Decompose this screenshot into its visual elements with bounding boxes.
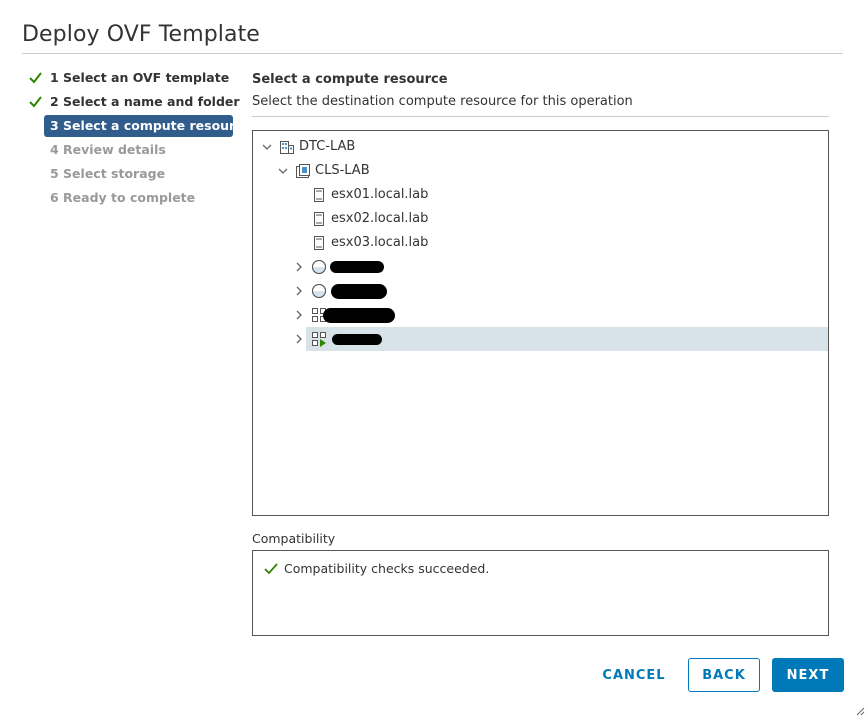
tree-node-label: esx02.local.lab: [331, 211, 429, 226]
tree-node-cluster[interactable]: CLS-LAB: [253, 159, 828, 183]
redacted-label: [323, 308, 395, 323]
tree-node-label: esx01.local.lab: [331, 187, 429, 202]
tree-node-redacted[interactable]: [253, 255, 828, 279]
resource-pool-icon: [312, 260, 326, 274]
redacted-label: [330, 261, 384, 273]
step-select-compute-resource[interactable]: 3 Select a compute resource: [22, 114, 251, 138]
tree-node-host[interactable]: esx02.local.lab: [253, 207, 828, 231]
resize-handle-icon[interactable]: [855, 706, 865, 716]
chevron-right-icon[interactable]: [293, 309, 305, 321]
step-select-ovf-template[interactable]: 1 Select an OVF template: [22, 66, 236, 90]
tree-node-host[interactable]: esx03.local.lab: [253, 231, 828, 255]
section-title: Select a compute resource: [252, 72, 448, 87]
datacenter-icon: [280, 141, 294, 154]
section-divider: [252, 116, 829, 117]
compute-resource-tree[interactable]: DTC-LAB CLS-LAB esx01.local.lab esx02.lo…: [252, 130, 829, 516]
host-icon: [314, 188, 324, 202]
tree-node-redacted[interactable]: [253, 279, 828, 303]
tree-node-redacted-selected[interactable]: [253, 327, 828, 351]
resource-pool-icon: [312, 284, 326, 298]
back-button[interactable]: BACK: [688, 658, 760, 692]
chevron-down-icon[interactable]: [277, 165, 289, 177]
vapp-running-icon: [312, 332, 326, 347]
checkmark-icon: [264, 563, 278, 575]
step-label: 6 Ready to complete: [50, 190, 196, 205]
tree-node-label: esx03.local.lab: [331, 235, 429, 250]
chevron-right-icon[interactable]: [293, 261, 305, 273]
step-label: 2 Select a name and folder: [50, 94, 240, 109]
selection-highlight: [306, 327, 828, 351]
step-label: 3 Select a compute resource: [50, 118, 252, 133]
step-review-details: 4 Review details: [22, 138, 236, 162]
tree-node-datacenter[interactable]: DTC-LAB: [253, 135, 828, 159]
compatibility-panel: Compatibility checks succeeded.: [252, 550, 829, 636]
chevron-down-icon[interactable]: [261, 141, 273, 153]
chevron-right-icon[interactable]: [293, 285, 305, 297]
section-subtitle: Select the destination compute resource …: [252, 94, 633, 109]
host-icon: [314, 236, 324, 250]
next-button[interactable]: NEXT: [772, 658, 844, 692]
host-icon: [314, 212, 324, 226]
redacted-label: [332, 334, 382, 345]
checkmark-icon: [29, 96, 42, 108]
redacted-label: [331, 284, 387, 299]
tree-node-host[interactable]: esx01.local.lab: [253, 183, 828, 207]
checkmark-icon: [29, 72, 42, 84]
step-select-name-folder[interactable]: 2 Select a name and folder: [22, 90, 240, 114]
wizard-steps: 1 Select an OVF template 2 Select a name…: [22, 66, 251, 210]
chevron-right-icon[interactable]: [293, 333, 305, 345]
tree-node-redacted[interactable]: [253, 303, 828, 327]
compatibility-message: Compatibility checks succeeded.: [284, 561, 490, 576]
step-select-storage: 5 Select storage: [22, 162, 236, 186]
tree-node-label: DTC-LAB: [299, 139, 356, 154]
title-divider: [22, 53, 843, 54]
cancel-button[interactable]: CANCEL: [596, 659, 672, 693]
cluster-icon: [296, 164, 310, 178]
tree-node-label: CLS-LAB: [315, 163, 370, 178]
compatibility-label: Compatibility: [252, 531, 336, 546]
dialog-title: Deploy OVF Template: [22, 22, 260, 47]
step-label: 1 Select an OVF template: [50, 70, 230, 85]
step-label: 4 Review details: [50, 142, 166, 157]
step-ready-to-complete: 6 Ready to complete: [22, 186, 236, 210]
step-label: 5 Select storage: [50, 166, 166, 181]
